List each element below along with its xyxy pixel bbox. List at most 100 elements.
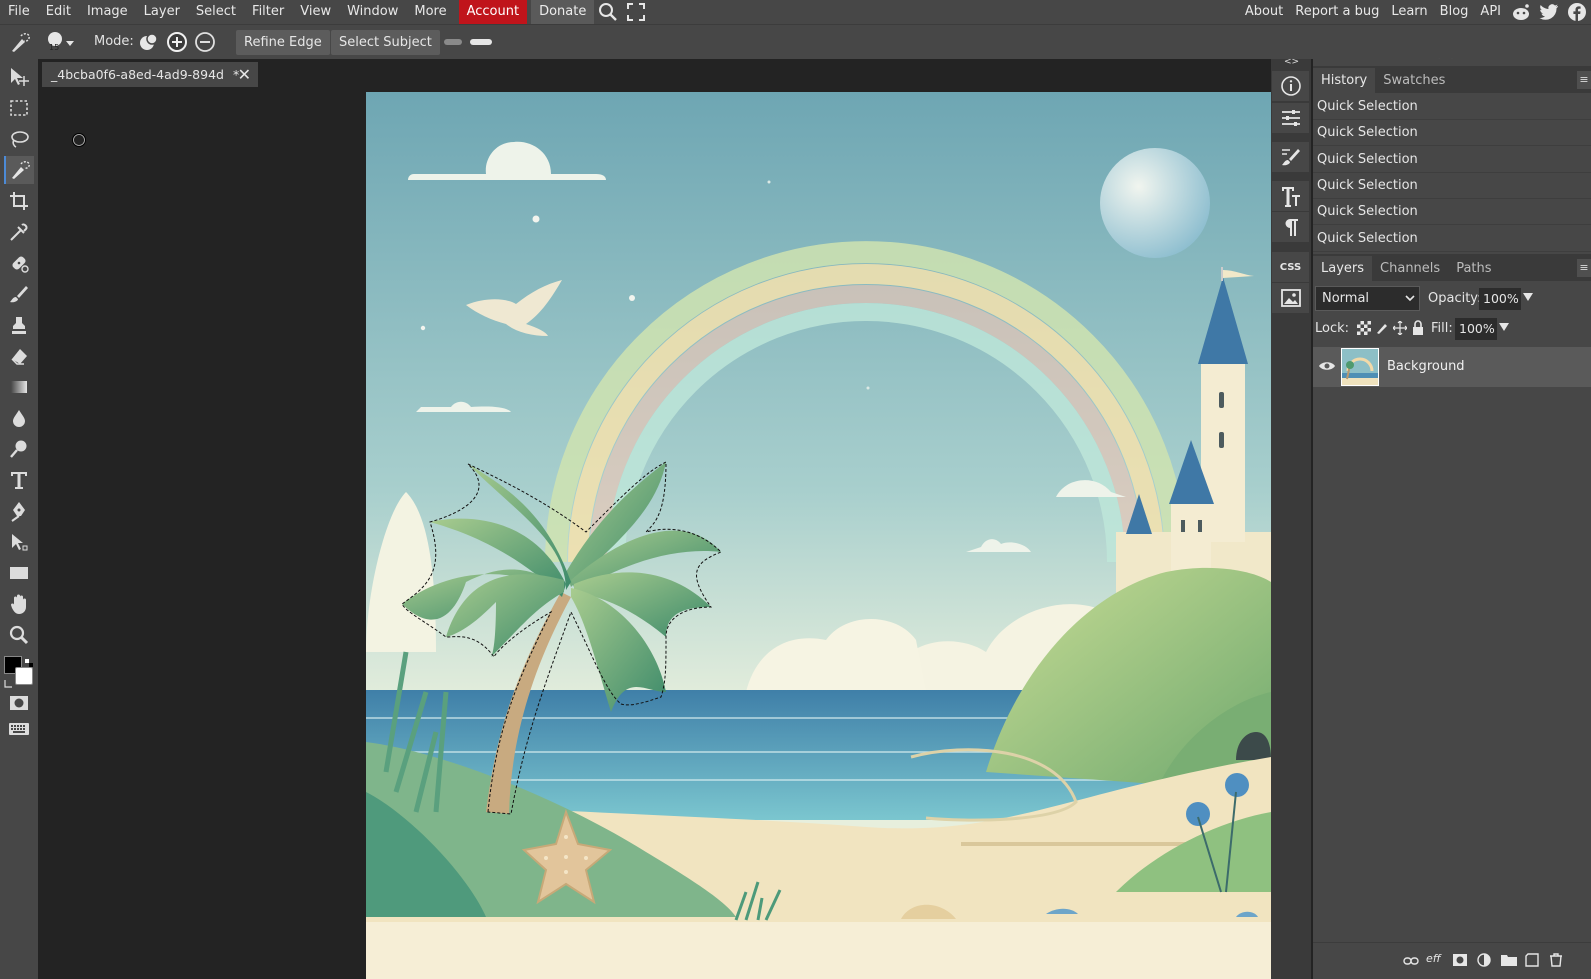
marquee-tool-icon[interactable] (4, 94, 34, 122)
eraser-tool-icon[interactable] (4, 342, 34, 370)
opacity-label: Opacity: (1428, 291, 1482, 306)
mode-add-icon[interactable] (166, 31, 188, 57)
brush-tool-icon[interactable] (4, 280, 34, 308)
lock-position-icon[interactable] (1392, 320, 1408, 339)
lock-pixels-icon[interactable] (1375, 321, 1389, 339)
healing-brush-tool-icon[interactable] (4, 249, 34, 277)
layer-row-background[interactable]: Background (1313, 347, 1591, 387)
crop-tool-icon[interactable] (4, 187, 34, 215)
select-subject-button[interactable]: Select Subject (331, 30, 440, 55)
opacity-dropdown-icon[interactable] (1523, 291, 1533, 307)
brush-preset-picker[interactable]: 15 (46, 29, 76, 55)
document-tab[interactable]: _4bcba0f6-a8ed-4ad9-894d * ✕ (42, 62, 258, 87)
layer-effects-icon[interactable]: eff (1426, 952, 1441, 965)
collapse-left-icon[interactable]: <> (1284, 57, 1299, 67)
blend-mode-value: Normal (1322, 291, 1370, 306)
menu-filter[interactable]: Filter (244, 0, 292, 24)
color-swatches[interactable] (4, 656, 34, 688)
link-layers-icon[interactable] (1403, 955, 1419, 970)
menu-file[interactable]: File (0, 0, 38, 24)
eyedropper-tool-icon[interactable] (4, 218, 34, 246)
refine-edge-button[interactable]: Refine Edge (236, 30, 330, 55)
menu-select[interactable]: Select (188, 0, 244, 24)
zoom-tool-icon[interactable] (4, 621, 34, 649)
menu-more[interactable]: More (406, 0, 454, 24)
history-item[interactable]: Quick Selection (1313, 120, 1591, 146)
mode-subtract-icon[interactable] (194, 31, 216, 57)
history-item[interactable]: Quick Selection (1313, 173, 1591, 199)
history-item[interactable]: Quick Selection (1313, 147, 1591, 173)
reset-colors-icon[interactable] (4, 677, 13, 688)
brush-cursor-icon (71, 132, 87, 152)
layer-mask-icon[interactable] (1453, 954, 1467, 970)
paragraph-icon[interactable] (1272, 212, 1309, 242)
dodge-tool-icon[interactable] (4, 435, 34, 463)
facebook-icon[interactable] (1563, 0, 1591, 24)
background-color-swatch[interactable] (15, 667, 33, 685)
keyboard-icon[interactable] (4, 715, 34, 743)
css-icon[interactable]: CSS (1272, 252, 1309, 282)
account-button[interactable]: Account (458, 0, 528, 24)
menu-image[interactable]: Image (79, 0, 136, 24)
blend-mode-select[interactable]: Normal (1315, 286, 1420, 311)
image-canvas[interactable] (366, 92, 1271, 979)
move-tool-icon[interactable] (4, 63, 34, 91)
hand-tool-icon[interactable] (4, 590, 34, 618)
swap-colors-icon[interactable] (25, 656, 33, 667)
text-tool-icon[interactable] (4, 466, 34, 494)
brush-settings-icon[interactable] (1272, 142, 1309, 172)
new-layer-icon[interactable] (1525, 953, 1539, 971)
menu-view[interactable]: View (292, 0, 339, 24)
menu-edit[interactable]: Edit (38, 0, 79, 24)
tab-history[interactable]: History (1313, 68, 1376, 93)
menu-layer[interactable]: Layer (136, 0, 188, 24)
path-select-tool-icon[interactable] (4, 528, 34, 556)
new-folder-icon[interactable] (1501, 954, 1517, 970)
opacity-field[interactable]: 100% (1479, 288, 1521, 310)
fill-dropdown-icon[interactable] (1499, 321, 1509, 337)
image-panel-icon[interactable] (1272, 283, 1309, 313)
blur-tool-icon[interactable] (4, 404, 34, 432)
lock-all-icon[interactable] (1411, 320, 1425, 339)
menu-about[interactable]: About (1239, 0, 1289, 24)
gradient-tool-icon[interactable] (4, 373, 34, 401)
history-item[interactable]: Quick Selection (1313, 199, 1591, 225)
close-tab-icon[interactable]: ✕ (238, 65, 251, 84)
twitter-icon[interactable] (1535, 0, 1563, 24)
mode-new-selection-icon[interactable] (138, 31, 160, 57)
delete-layer-icon[interactable] (1549, 953, 1563, 971)
character-icon[interactable] (1272, 181, 1309, 211)
tab-paths[interactable]: Paths (1448, 256, 1499, 281)
reddit-icon[interactable] (1507, 0, 1535, 24)
quick-selection-tool-icon[interactable] (4, 156, 34, 184)
fullscreen-icon[interactable] (622, 0, 650, 24)
layers-menu-icon[interactable]: ≡ (1577, 259, 1591, 277)
tab-layers[interactable]: Layers (1313, 256, 1373, 281)
info-icon[interactable] (1272, 71, 1309, 101)
auto-enhance-toggle[interactable] (444, 36, 494, 52)
history-item[interactable]: Quick Selection (1313, 94, 1591, 120)
lasso-tool-icon[interactable] (4, 125, 34, 153)
pen-tool-icon[interactable] (4, 497, 34, 525)
menu-blog[interactable]: Blog (1434, 0, 1475, 24)
tab-swatches[interactable]: Swatches (1375, 68, 1453, 93)
search-icon[interactable] (594, 0, 622, 24)
rectangle-tool-icon[interactable] (4, 559, 34, 587)
menu-learn[interactable]: Learn (1385, 0, 1433, 24)
lock-transparency-icon[interactable] (1357, 321, 1371, 339)
adjustment-layer-icon[interactable] (1477, 953, 1491, 971)
visibility-eye-icon[interactable] (1319, 360, 1335, 376)
history-menu-icon[interactable]: ≡ (1577, 71, 1591, 89)
menu-report-bug[interactable]: Report a bug (1289, 0, 1385, 24)
quick-mask-icon[interactable] (4, 689, 34, 717)
donate-button[interactable]: Donate (531, 0, 595, 24)
clone-stamp-tool-icon[interactable] (4, 311, 34, 339)
fill-field[interactable]: 100% (1455, 318, 1497, 340)
menu-api[interactable]: API (1474, 0, 1507, 24)
lock-label: Lock: (1315, 321, 1350, 336)
adjustments-icon[interactable] (1272, 103, 1309, 133)
options-bar: 15 Mode: Refine Edge Select Subject (0, 24, 1591, 59)
tab-channels[interactable]: Channels (1372, 256, 1448, 281)
history-item[interactable]: Quick Selection (1313, 226, 1591, 252)
menu-window[interactable]: Window (339, 0, 406, 24)
